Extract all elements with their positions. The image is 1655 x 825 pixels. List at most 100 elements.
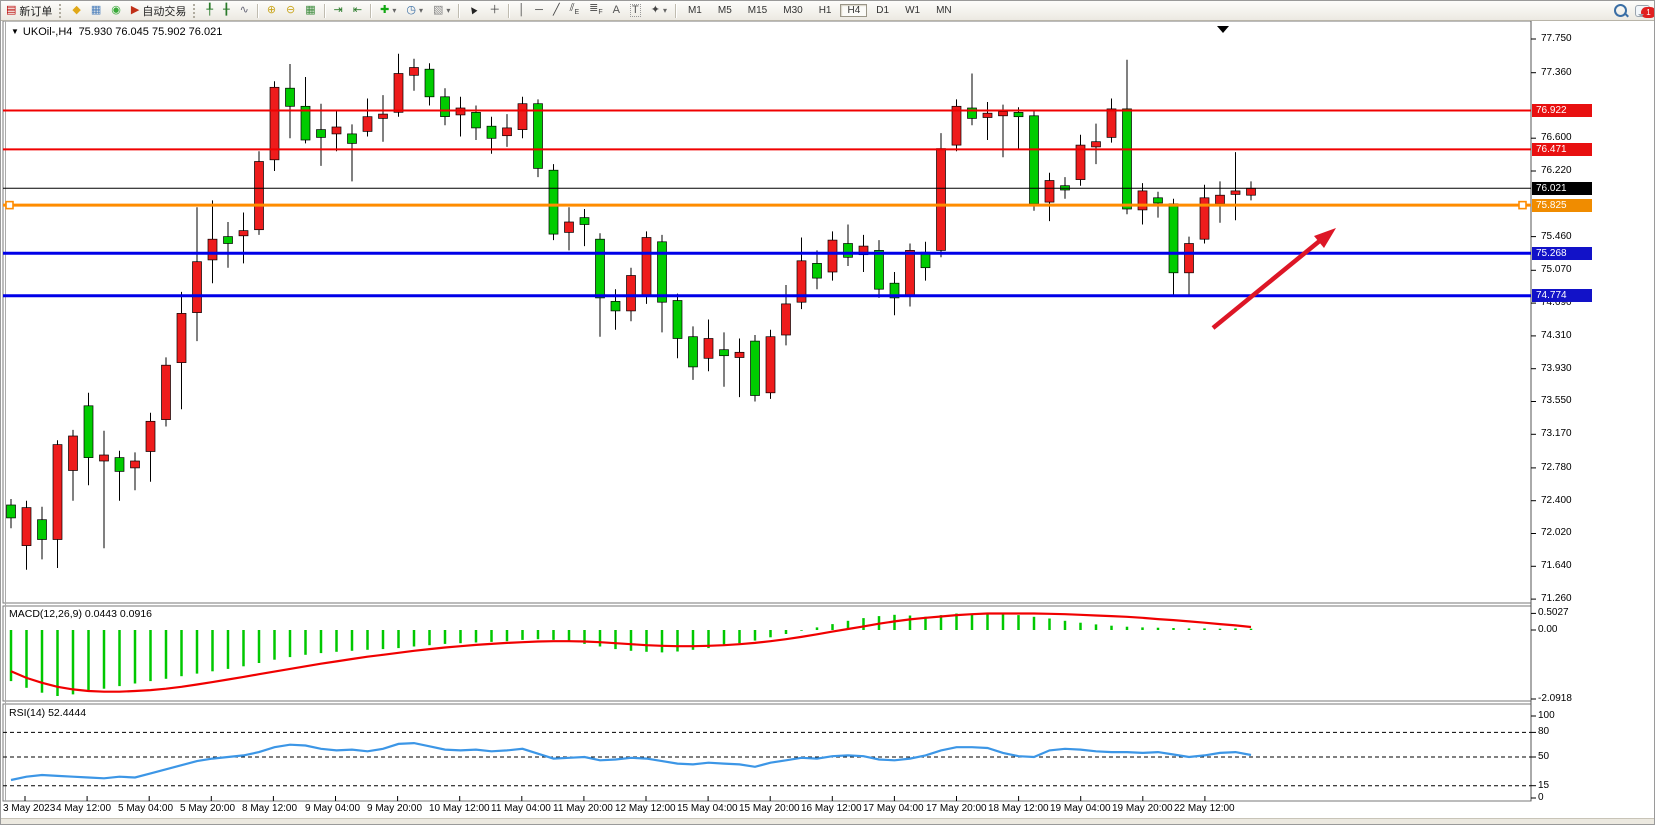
- candle-chart-type-button[interactable]: ╂: [218, 2, 235, 19]
- candle: [1030, 116, 1039, 204]
- toolbar: ▤ 新订单 ◆ ▦ ◉ ▶ 自动交易 ╀ ╂ ∿ ⊕ ⊖ ▦ ⇥ ⇤ ✚▾ ◷▾…: [1, 1, 1655, 21]
- gold-stack-button[interactable]: ◆: [67, 2, 85, 19]
- price-axis-label: 72.020: [1541, 527, 1572, 538]
- auto-trading-button[interactable]: ▶ 自动交易: [126, 2, 191, 19]
- zoom-out-button[interactable]: ⊖: [281, 2, 300, 19]
- data-center-button[interactable]: ◉: [106, 2, 126, 19]
- timeframe-bar: M1M5M15M30H1H4D1W1MN: [680, 3, 960, 19]
- vertical-line-button[interactable]: │: [513, 2, 530, 19]
- text-label-button[interactable]: T: [625, 2, 646, 19]
- new-order-button[interactable]: ▤ 新订单: [1, 2, 57, 19]
- chart-canvas[interactable]: [1, 20, 1655, 825]
- candle: [286, 88, 295, 106]
- text-tool-button[interactable]: A: [608, 2, 625, 19]
- toolbar-grip: [59, 4, 65, 18]
- candle: [844, 244, 853, 258]
- time-axis-label[interactable]: 22 May 12:00: [1174, 803, 1246, 814]
- candle: [425, 69, 434, 97]
- crosshair-tool-button[interactable]: ＋: [484, 2, 505, 19]
- timeframe-M30[interactable]: M30: [776, 4, 809, 17]
- main-panel: [3, 21, 1531, 603]
- candle: [69, 436, 78, 471]
- candle: [224, 237, 233, 244]
- candle: [751, 341, 760, 395]
- candle: [193, 262, 202, 313]
- candle: [658, 242, 667, 302]
- candle: [131, 461, 140, 468]
- periods-clock-icon: ◷: [406, 2, 416, 19]
- chart-ohlc-values: 75.930 76.045 75.902 76.021: [79, 26, 223, 38]
- cursor-tool-button[interactable]: ▲: [463, 2, 484, 19]
- hline-marker[interactable]: [1519, 202, 1526, 209]
- arrows-tool-button[interactable]: ✦▾: [646, 2, 672, 19]
- candle: [84, 406, 93, 458]
- timeframe-H4[interactable]: H4: [840, 4, 867, 17]
- trendline-button[interactable]: ╱: [548, 2, 565, 19]
- price-axis-label: 75.460: [1541, 231, 1572, 242]
- timeframe-MN[interactable]: MN: [929, 4, 959, 17]
- toolbar-separator: [324, 4, 326, 18]
- bar-chart-type-button[interactable]: ╀: [201, 2, 218, 19]
- candle: [952, 106, 961, 145]
- chart-shift-button[interactable]: ⇥: [329, 2, 348, 19]
- timeframe-W1[interactable]: W1: [898, 4, 927, 17]
- time-axis-label[interactable]: 8 May 12:00: [242, 803, 314, 814]
- candle: [146, 421, 155, 451]
- fibonacci-button[interactable]: ≣F: [584, 2, 608, 19]
- candle: [100, 455, 109, 461]
- profile-window-button[interactable]: ▦: [86, 2, 106, 19]
- candle: [239, 231, 248, 236]
- timeframe-M5[interactable]: M5: [711, 4, 739, 17]
- price-axis-label: 73.930: [1541, 363, 1572, 374]
- add-indicator-button[interactable]: ✚▾: [375, 2, 401, 19]
- templates-icon: ▧: [433, 2, 443, 19]
- line-chart-type-button[interactable]: ∿: [235, 2, 254, 19]
- candle: [348, 134, 357, 144]
- chart-autoscroll-button[interactable]: ⇤: [348, 2, 367, 19]
- candle: [177, 313, 186, 362]
- candle: [1185, 244, 1194, 273]
- search-icon[interactable]: [1614, 4, 1627, 17]
- candle: [7, 505, 16, 518]
- candle: [1092, 142, 1101, 147]
- candle: [410, 68, 419, 76]
- price-axis-label: 73.550: [1541, 395, 1572, 406]
- candle: [534, 104, 543, 169]
- timeframe-H1[interactable]: H1: [812, 4, 839, 17]
- candle: [627, 276, 636, 311]
- price-badge-76.922: 76.922: [1532, 104, 1592, 117]
- horizontal-line-icon: ─: [535, 2, 543, 19]
- tile-windows-button[interactable]: ▦: [300, 2, 320, 19]
- auto-trading-label: 自动交易: [142, 3, 186, 19]
- candle: [518, 104, 527, 130]
- templates-button[interactable]: ▧▾: [428, 2, 455, 19]
- chevron-down-icon[interactable]: ▼: [11, 27, 19, 36]
- hline-marker[interactable]: [6, 202, 13, 209]
- candle: [394, 74, 403, 113]
- rsi-axis-label: 0: [1538, 792, 1544, 803]
- chat-icon[interactable]: 1: [1635, 5, 1650, 17]
- equidistant-channel-button[interactable]: ⫽E: [565, 2, 585, 19]
- periods-clock-button[interactable]: ◷▾: [401, 2, 428, 19]
- candle: [937, 149, 946, 251]
- candle: [828, 240, 837, 272]
- time-axis-label[interactable]: 17 May 04:00: [863, 803, 935, 814]
- candle: [983, 113, 992, 117]
- candle: [162, 365, 171, 419]
- candle: [503, 128, 512, 136]
- timeframe-D1[interactable]: D1: [869, 4, 896, 17]
- candle: [1107, 109, 1116, 137]
- timeframe-M1[interactable]: M1: [681, 4, 709, 17]
- auto-trading-icon: ▶: [131, 2, 139, 19]
- chart-area: ▼UKOil-,H4 75.930 76.045 75.902 76.021 M…: [1, 20, 1655, 825]
- candle: [875, 250, 884, 289]
- timeframe-M15[interactable]: M15: [741, 4, 774, 17]
- chart-symbol-period: UKOil-,H4: [23, 26, 73, 38]
- candle: [1216, 195, 1225, 204]
- horizontal-line-button[interactable]: ─: [530, 2, 548, 19]
- zoom-in-button[interactable]: ⊕: [262, 2, 281, 19]
- candle: [255, 162, 264, 230]
- price-badge-75.825: 75.825: [1532, 199, 1592, 212]
- candle: [379, 114, 388, 118]
- toolbar-separator: [675, 4, 677, 18]
